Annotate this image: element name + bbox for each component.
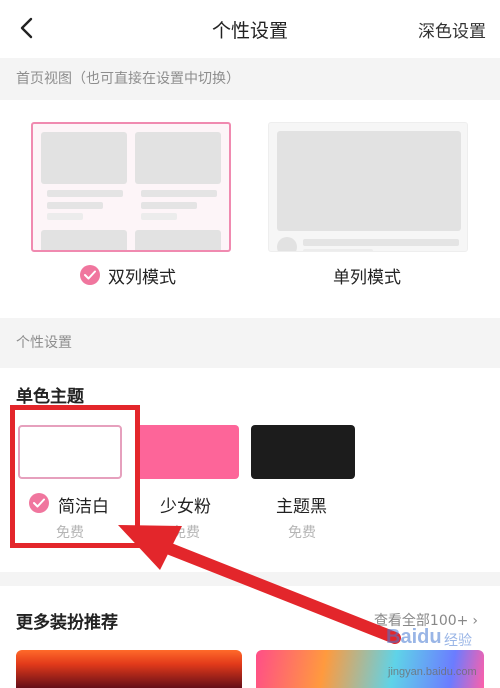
watermark-text: 经验 — [444, 633, 472, 649]
theme-pink-price: 免费 — [172, 525, 200, 541]
more-outfits-title: 更多装扮推荐 — [16, 613, 118, 633]
single-column-label[interactable]: 单列模式 — [333, 263, 401, 288]
annotation-highlight-box — [10, 405, 140, 548]
theme-pink-swatch[interactable] — [135, 425, 239, 479]
recommend-card-1[interactable] — [16, 650, 242, 688]
section-divider — [0, 572, 500, 586]
baidu-watermark: Baidu 经验 jingyan.baidu.com — [386, 626, 486, 684]
theme-heading: 单色主题 — [16, 387, 84, 407]
theme-black-swatch[interactable] — [251, 425, 355, 479]
single-column-preview[interactable] — [268, 122, 468, 252]
watermark-url: jingyan.baidu.com — [388, 666, 477, 678]
section-home-view: 首页视图（也可直接在设置中切换） — [0, 58, 500, 100]
nav-bar: 个性设置 深色设置 — [0, 0, 500, 56]
double-column-check-icon — [80, 265, 100, 285]
double-column-preview[interactable] — [31, 122, 231, 252]
double-column-label[interactable]: 双列模式 — [108, 263, 176, 288]
theme-black-price: 免费 — [288, 525, 316, 541]
watermark-logo: Baidu — [386, 626, 442, 648]
dark-mode-settings-link[interactable]: 深色设置 — [418, 17, 486, 42]
theme-black-name[interactable]: 主题黑 — [276, 492, 327, 517]
theme-pink-name[interactable]: 少女粉 — [160, 492, 211, 517]
section-personal: 个性设置 — [0, 318, 500, 368]
